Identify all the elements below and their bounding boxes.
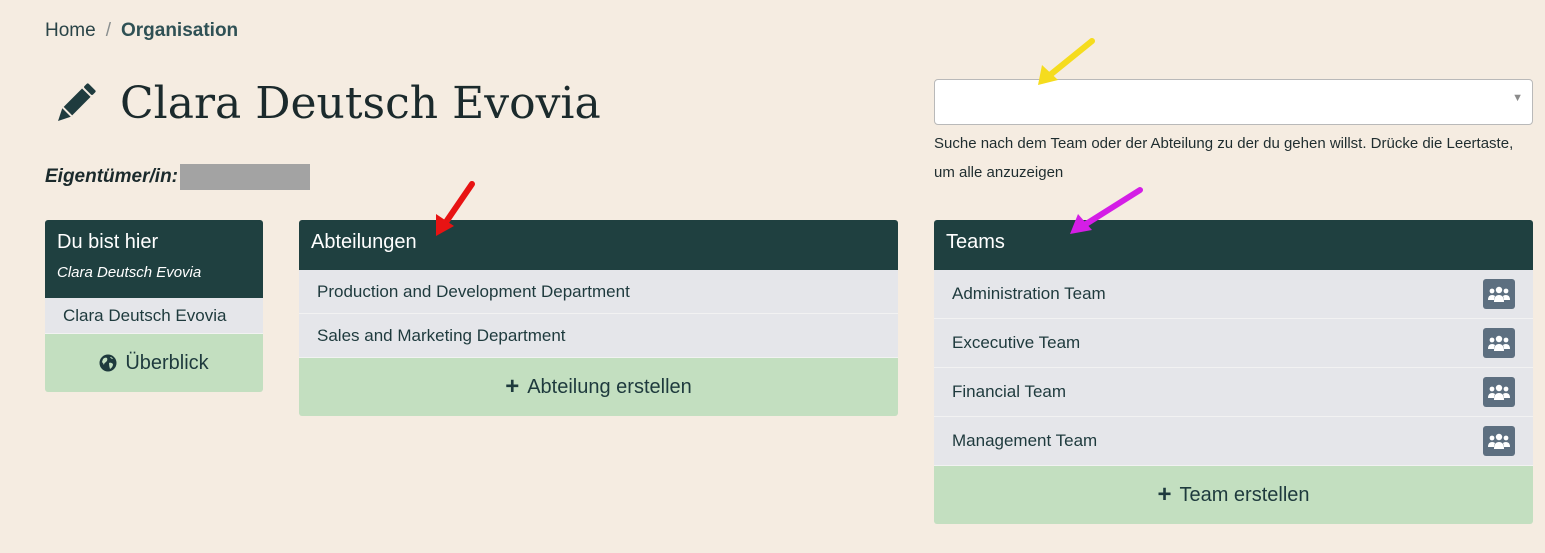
team-members-button[interactable] xyxy=(1483,377,1515,407)
department-item-label: Sales and Marketing Department xyxy=(317,325,566,345)
teams-panel: Teams Administration Team Excecutive Tea… xyxy=(934,220,1533,524)
users-icon xyxy=(1488,286,1510,302)
owner-row: Eigentümer/in: xyxy=(45,164,311,190)
team-members-button[interactable] xyxy=(1483,328,1515,358)
breadcrumb-home-link[interactable]: Home xyxy=(45,20,96,42)
team-item-label: Management Team xyxy=(952,431,1098,450)
department-item-production[interactable]: Production and Development Department xyxy=(299,270,898,314)
red-arrow-icon xyxy=(436,181,475,236)
team-item-executive[interactable]: Excecutive Team xyxy=(934,319,1533,368)
search-area: ▼ Suche nach dem Team oder der Abteilung… xyxy=(934,79,1533,187)
breadcrumb-separator: / xyxy=(105,20,111,41)
team-item-label: Financial Team xyxy=(952,382,1067,401)
overview-button[interactable]: Überblick xyxy=(45,334,263,392)
owner-redacted-value xyxy=(180,164,311,190)
you-are-here-subtitle: Clara Deutsch Evovia xyxy=(57,264,202,281)
list-item-label: Clara Deutsch Evovia xyxy=(63,305,227,325)
search-help-text: Suche nach dem Team oder der Abteilung z… xyxy=(934,135,1514,181)
departments-title: Abteilungen xyxy=(311,231,417,253)
team-members-button[interactable] xyxy=(1483,279,1515,309)
department-item-label: Production and Development Department xyxy=(317,281,630,301)
team-item-label: Administration Team xyxy=(952,284,1106,303)
users-icon xyxy=(1488,384,1510,400)
overview-button-label: Überblick xyxy=(125,351,209,374)
page-title-row: Clara Deutsch Evovia xyxy=(52,78,601,129)
page-title: Clara Deutsch Evovia xyxy=(120,78,601,129)
team-department-search-select[interactable] xyxy=(934,79,1533,125)
you-are-here-title: Du bist hier xyxy=(57,231,159,253)
team-item-financial[interactable]: Financial Team xyxy=(934,368,1533,417)
department-item-sales[interactable]: Sales and Marketing Department xyxy=(299,314,898,358)
dropdown-caret-icon[interactable]: ▼ xyxy=(1512,92,1523,104)
you-are-here-header: Du bist hier Clara Deutsch Evovia xyxy=(45,220,263,298)
team-item-label: Excecutive Team xyxy=(952,333,1081,352)
plus-icon: + xyxy=(1157,481,1172,508)
pencil-icon[interactable] xyxy=(52,81,98,127)
owner-label: Eigentümer/in: xyxy=(45,166,179,187)
magenta-arrow-icon xyxy=(1070,187,1143,234)
users-icon xyxy=(1488,433,1510,449)
team-members-button[interactable] xyxy=(1483,426,1515,456)
departments-header: Abteilungen xyxy=(299,220,898,270)
yellow-arrow-icon xyxy=(1038,38,1095,85)
create-team-label: Team erstellen xyxy=(1179,483,1310,506)
globe-icon xyxy=(99,354,117,372)
create-department-label: Abteilung erstellen xyxy=(527,375,692,398)
users-icon xyxy=(1488,335,1510,351)
teams-title: Teams xyxy=(946,231,1005,253)
create-department-button[interactable]: + Abteilung erstellen xyxy=(299,358,898,416)
plus-icon: + xyxy=(505,373,520,400)
breadcrumb-current: Organisation xyxy=(120,20,239,41)
breadcrumb: Home / Organisation xyxy=(45,20,238,42)
team-item-management[interactable]: Management Team xyxy=(934,417,1533,466)
team-item-administration[interactable]: Administration Team xyxy=(934,270,1533,319)
teams-header: Teams xyxy=(934,220,1533,270)
departments-panel: Abteilungen Production and Development D… xyxy=(299,220,898,416)
you-are-here-panel: Du bist hier Clara Deutsch Evovia Clara … xyxy=(45,220,263,392)
list-item[interactable]: Clara Deutsch Evovia xyxy=(45,298,263,334)
create-team-button[interactable]: + Team erstellen xyxy=(934,466,1533,524)
